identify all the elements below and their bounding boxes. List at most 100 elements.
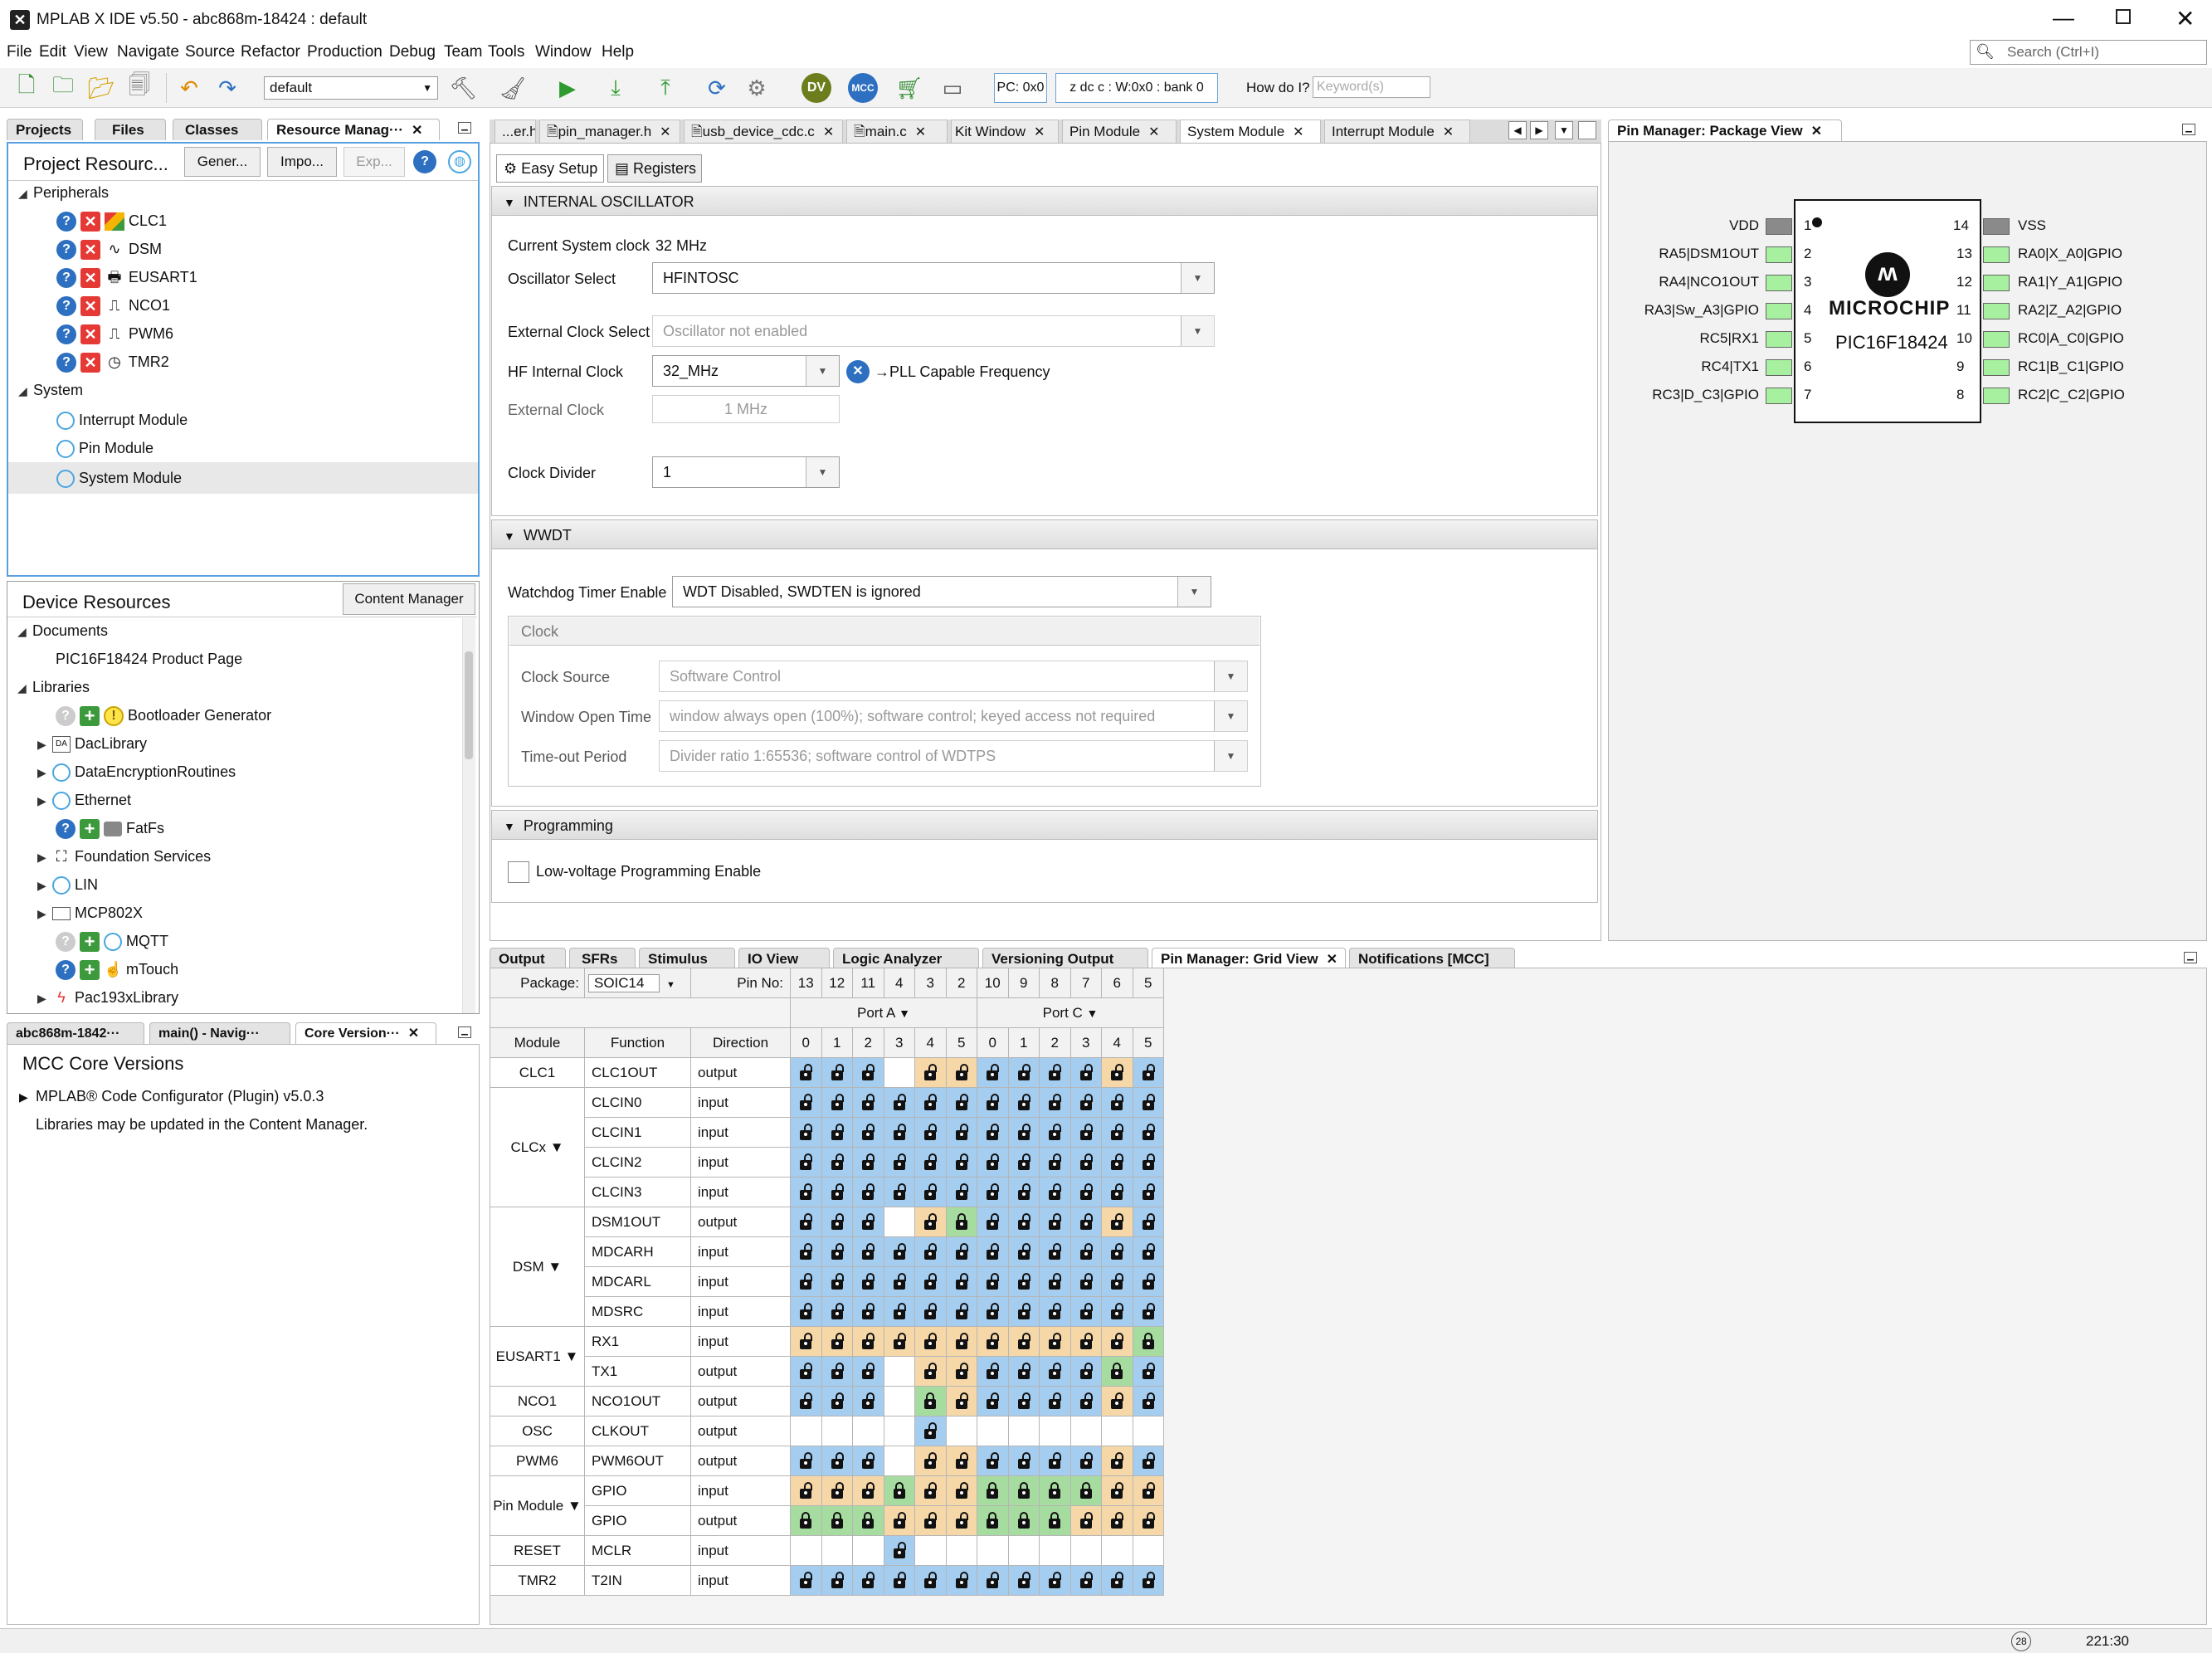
timeout-combo[interactable]: Divider ratio 1:65536; software control … bbox=[659, 740, 1248, 772]
minimize-panel-icon[interactable]: ▁ bbox=[458, 1026, 471, 1038]
program-device-icon[interactable]: ⤓ bbox=[601, 73, 631, 103]
pin-cell[interactable] bbox=[1069, 1057, 1102, 1088]
ext-clock-input[interactable]: 1 MHz bbox=[652, 395, 840, 423]
pin-cell-empty[interactable] bbox=[852, 1416, 884, 1446]
pin-cell[interactable] bbox=[1132, 1057, 1164, 1088]
close-icon[interactable]: ✕ bbox=[1034, 125, 1045, 139]
pin-cell[interactable] bbox=[1132, 1207, 1164, 1237]
help-icon[interactable]: ? bbox=[56, 268, 76, 289]
pin-cell[interactable] bbox=[945, 1446, 977, 1476]
pin-cell[interactable] bbox=[945, 1386, 977, 1417]
import-button[interactable]: Impo... bbox=[267, 147, 337, 177]
pin-cell[interactable] bbox=[1101, 1177, 1133, 1207]
undo-icon[interactable]: ↶ bbox=[174, 73, 204, 103]
tab-notifications[interactable]: Notifications [MCC] bbox=[1349, 948, 1515, 969]
tab-resource-manager[interactable]: Resource Manag··· ✕ bbox=[267, 119, 440, 140]
tab-pin-manager-grid[interactable]: Pin Manager: Grid View ✕ bbox=[1152, 948, 1346, 969]
pin-cell[interactable] bbox=[914, 1296, 947, 1327]
system-row[interactable]: Pin Module bbox=[56, 436, 153, 461]
expand-icon[interactable]: ◢ bbox=[17, 619, 32, 644]
pin-cell[interactable] bbox=[790, 1147, 822, 1178]
library-row[interactable]: ▶ LIN bbox=[37, 872, 98, 897]
pin-cell[interactable] bbox=[1132, 1356, 1164, 1387]
pin-cell-empty[interactable] bbox=[1069, 1416, 1102, 1446]
add-icon[interactable]: + bbox=[80, 932, 100, 953]
close-icon[interactable]: ✕ bbox=[1811, 124, 1822, 139]
pin-cell[interactable] bbox=[1007, 1505, 1040, 1536]
pin-cell[interactable] bbox=[821, 1266, 853, 1297]
remove-icon[interactable]: ✕ bbox=[80, 212, 101, 232]
pin-cell[interactable] bbox=[790, 1057, 822, 1088]
menu-window[interactable]: Window bbox=[535, 43, 592, 61]
pin-box[interactable] bbox=[1983, 275, 2010, 291]
pin-cell[interactable] bbox=[1039, 1266, 1071, 1297]
pin-cell[interactable] bbox=[977, 1087, 1009, 1118]
pin-box[interactable] bbox=[1983, 388, 2010, 404]
module-cell[interactable]: CLC1 bbox=[490, 1057, 585, 1088]
pin-cell[interactable] bbox=[790, 1117, 822, 1148]
help-icon[interactable]: ? bbox=[56, 240, 76, 261]
system-row-selected[interactable]: System Module bbox=[56, 466, 182, 490]
menu-debug[interactable]: Debug bbox=[389, 43, 436, 61]
pin-cell[interactable] bbox=[914, 1117, 947, 1148]
scrollbar[interactable] bbox=[462, 618, 475, 1013]
pin-cell[interactable] bbox=[977, 1147, 1009, 1178]
close-icon[interactable]: ✕ bbox=[408, 1026, 419, 1041]
pin-cell[interactable] bbox=[1101, 1475, 1133, 1506]
pin-cell[interactable] bbox=[852, 1326, 884, 1357]
hammer-icon[interactable]: 🔨︎ bbox=[448, 73, 478, 103]
pin-cell[interactable] bbox=[852, 1356, 884, 1387]
tab-classes[interactable]: Classes bbox=[173, 119, 262, 140]
pin-cell[interactable] bbox=[821, 1326, 853, 1357]
tree-libraries[interactable]: ◢ Libraries bbox=[17, 675, 90, 700]
pin-cell[interactable] bbox=[821, 1177, 853, 1207]
clean-build-icon[interactable]: 🧹︎ bbox=[498, 73, 528, 103]
remove-icon[interactable]: ✕ bbox=[80, 324, 101, 345]
pin-cell[interactable] bbox=[790, 1177, 822, 1207]
pin-box[interactable] bbox=[1766, 303, 1792, 319]
pin-cell[interactable] bbox=[914, 1207, 947, 1237]
pin-cell[interactable] bbox=[1039, 1177, 1071, 1207]
pin-box[interactable] bbox=[1766, 275, 1792, 291]
tab-easy-setup[interactable]: ⚙ Easy Setup bbox=[496, 154, 604, 183]
expand-icon[interactable]: ◢ bbox=[17, 675, 32, 700]
pin-cell[interactable] bbox=[883, 1326, 915, 1357]
pin-cell[interactable] bbox=[914, 1505, 947, 1536]
pin-cell[interactable] bbox=[852, 1236, 884, 1267]
help-icon[interactable]: ? bbox=[56, 353, 76, 373]
pin-cell[interactable] bbox=[821, 1386, 853, 1417]
tree-system[interactable]: ◢ System bbox=[18, 378, 83, 402]
pin-cell[interactable] bbox=[883, 1236, 915, 1267]
menu-team[interactable]: Team bbox=[444, 43, 482, 61]
pin-cell[interactable] bbox=[1132, 1505, 1164, 1536]
pin-cell[interactable] bbox=[1039, 1565, 1071, 1596]
tree-documents[interactable]: ◢ Documents bbox=[17, 618, 108, 643]
tab-files[interactable]: Files bbox=[95, 119, 166, 140]
collapse-icon[interactable]: ▶ bbox=[37, 901, 52, 926]
close-icon[interactable]: ✕ bbox=[1293, 125, 1303, 139]
pin-cell[interactable] bbox=[790, 1087, 822, 1118]
pin-cell[interactable] bbox=[977, 1177, 1009, 1207]
add-icon[interactable]: + bbox=[80, 960, 100, 981]
pin-cell[interactable] bbox=[914, 1446, 947, 1476]
tab-scroll-right-icon[interactable]: ▶ bbox=[1530, 121, 1548, 139]
module-cell[interactable]: PWM6 bbox=[490, 1446, 585, 1476]
pin-cell[interactable] bbox=[1069, 1147, 1102, 1178]
mcc-icon[interactable]: MCC bbox=[848, 73, 878, 103]
pin-cell[interactable] bbox=[1101, 1147, 1133, 1178]
pin-cell[interactable] bbox=[914, 1147, 947, 1178]
pin-cell-empty[interactable] bbox=[790, 1535, 822, 1566]
pin-cell-empty[interactable] bbox=[1132, 1416, 1164, 1446]
pin-box[interactable] bbox=[1766, 359, 1792, 376]
peripheral-row[interactable]: ? ✕ ∿ DSM bbox=[56, 236, 162, 261]
menu-view[interactable]: View bbox=[74, 43, 108, 61]
section-programming[interactable]: ▼ Programming bbox=[491, 810, 1598, 840]
pin-cell[interactable] bbox=[1007, 1207, 1040, 1237]
pin-cell-empty[interactable] bbox=[914, 1535, 947, 1566]
pin-cell-empty[interactable] bbox=[1132, 1535, 1164, 1566]
module-cell[interactable]: DSM ▼ bbox=[490, 1207, 585, 1327]
divider-combo[interactable]: 1 ▼ bbox=[652, 456, 840, 488]
tab-core-versions[interactable]: Core Version··· ✕ bbox=[295, 1022, 436, 1044]
pin-cell-empty[interactable] bbox=[821, 1416, 853, 1446]
pin-cell[interactable] bbox=[1132, 1296, 1164, 1327]
